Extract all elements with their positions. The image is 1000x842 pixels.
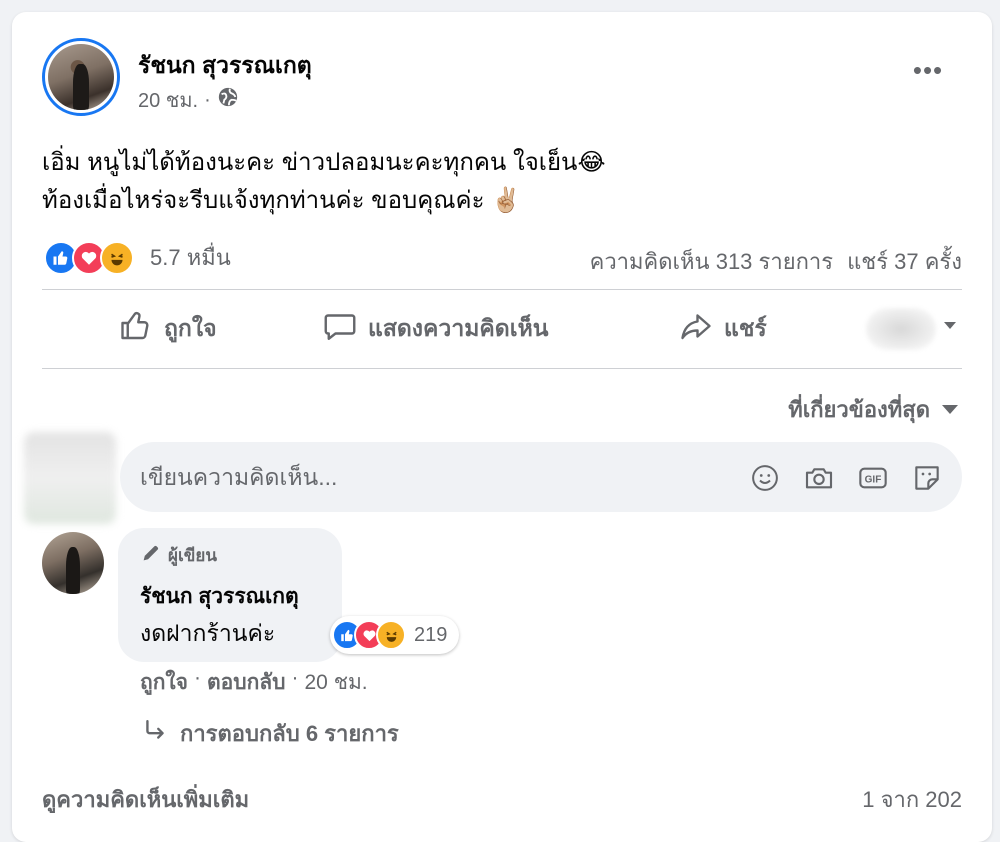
author-badge-label: ผู้เขียน [168,546,217,565]
comment-like-link[interactable]: ถูกใจ [140,666,188,699]
author-avatar[interactable] [42,38,120,116]
comment-sort-filter[interactable]: ที่เกี่ยวข้องที่สุด [788,392,958,427]
author-badge: ผู้เขียน [140,542,217,569]
comment-text: งดฝากร้านค่ะ [140,620,276,646]
share-count-link[interactable]: แชร์ 37 ครั้ง [847,244,962,279]
comment-reply-link[interactable]: ตอบกลับ [207,666,286,699]
more-options-button[interactable]: ••• [908,55,948,85]
share-label: แชร์ [724,315,767,341]
share-arrow-icon [678,308,714,350]
post-text: เอิ่ม หนูไม่ได้ท้องนะคะ ข่าวปลอมนะคะทุกค… [42,144,606,220]
speech-bubble-icon [322,308,358,350]
reply-arrow-icon [142,718,168,750]
comment-input[interactable] [140,442,720,512]
post-text-line: ท้องเมื่อไหร่จะรีบแจ้งทุกท่านค่ะ ขอบคุณค… [42,187,522,214]
chevron-down-icon[interactable] [944,322,956,329]
author-avatar-image [48,44,114,110]
like-label: ถูกใจ [164,315,217,341]
sticker-icon[interactable] [910,462,944,494]
camera-icon[interactable] [802,462,836,494]
share-button[interactable]: แชร์ [678,290,767,368]
comment-bubble: ผู้เขียน รัชนก สุวรรณเกตุ งดฝากร้านค่ะ [118,528,342,662]
reaction-count: 5.7 หมื่น [150,245,231,270]
thumbs-up-icon [118,308,154,350]
comment-actions: ถูกใจ · ตอบกลับ · 20 ชม. [140,666,368,699]
comment-action-separator: · [291,666,299,689]
comment-time[interactable]: 20 ชม. [305,666,368,699]
post-card: รัชนก สุวรรณเกตุ 20 ชม. · ••• เอิ่ม หนูไ… [12,12,992,842]
comment-reaction-summary[interactable]: 219 [330,616,460,654]
svg-text:GIF: GIF [865,475,882,486]
meta-separator: · [204,88,211,111]
comment-composer[interactable]: GIF [120,442,962,512]
commenter-name[interactable]: รัชนก สุวรรณเกตุ [140,580,299,613]
post-action-bar: ถูกใจ แสดงความคิดเห็น แชร์ [42,290,962,368]
composer-tools: GIF [748,462,944,494]
view-replies-link[interactable]: การตอบกลับ 6 รายการ [142,716,399,751]
post-meta: 20 ชม. · [138,84,239,116]
chevron-down-icon [942,405,958,414]
filter-label: ที่เกี่ยวข้องที่สุด [788,397,930,422]
audience-avatar[interactable] [866,308,936,350]
post-time[interactable]: 20 ชม. [138,84,198,116]
comment-reaction-count: 219 [414,623,448,646]
view-more-comments-link[interactable]: ดูความคิดเห็นเพิ่มเติม [42,782,249,817]
divider [42,368,962,369]
like-button[interactable]: ถูกใจ [118,290,217,368]
reaction-summary[interactable]: 5.7 หมื่น [44,240,231,275]
comment-count-link[interactable]: ความคิดเห็น 313 รายการ [590,244,833,279]
more-icon: ••• [912,55,944,85]
post-stats: ความคิดเห็น 313 รายการ แชร์ 37 ครั้ง [590,244,962,279]
comment-action-separator: · [194,666,201,689]
comment-button[interactable]: แสดงความคิดเห็น [322,290,548,368]
pencil-icon [140,542,162,569]
replies-label: การตอบกลับ 6 รายการ [180,721,399,746]
comment-pager: 1 จาก 202 [862,787,962,812]
post-text-line: เอิ่ม หนูไม่ได้ท้องนะคะ ข่าวปลอมนะคะทุกค… [42,149,606,176]
emoji-icon[interactable] [748,462,782,494]
current-user-avatar[interactable] [24,432,116,524]
haha-reaction-icon [100,240,134,275]
commenter-avatar[interactable] [42,532,104,594]
author-name[interactable]: รัชนก สุวรรณเกตุ [138,48,312,84]
haha-reaction-icon [376,620,406,650]
gif-icon[interactable]: GIF [856,462,890,494]
comment-label: แสดงความคิดเห็น [368,315,549,341]
globe-icon [217,86,239,114]
